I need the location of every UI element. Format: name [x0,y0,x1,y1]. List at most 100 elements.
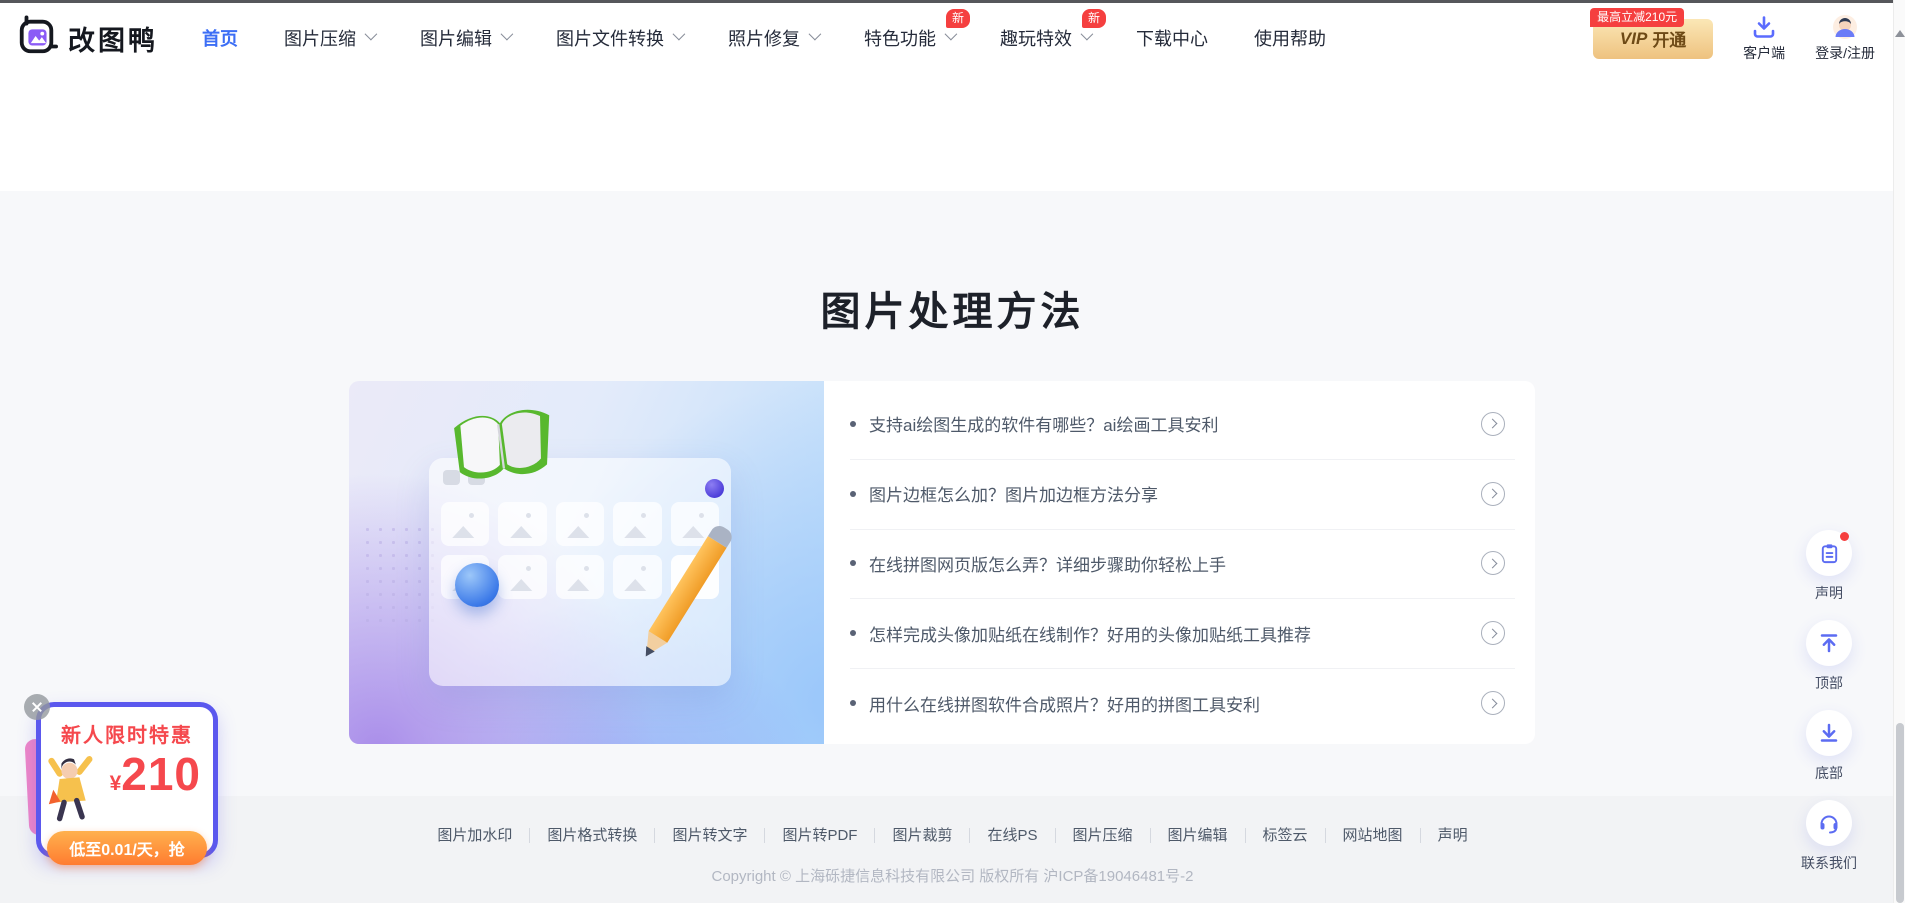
nav-item-label: 照片修复 [728,29,800,49]
footer-link-sitemap[interactable]: 网站地图 [1326,828,1421,843]
vip-word: VIP [1619,28,1648,48]
chevron-right-icon[interactable] [1481,551,1505,576]
article-item[interactable]: 支持ai绘图生成的软件有哪些？ai绘画工具安利 [824,389,1535,459]
person-illustration [47,752,101,829]
footer-link-edit[interactable]: 图片编辑 [1151,828,1246,843]
methods-section: 图片处理方法 支持ai绘图生成的软件有哪些？ai绘画工具安利 图片边框怎么加？图… [0,191,1905,796]
download-icon [1751,14,1777,40]
vip-area: 最高立减210元 VIP 开通 [1590,7,1714,59]
photo-thumbnail [555,502,605,546]
chevron-down-icon [944,27,958,41]
footer-link-compress[interactable]: 图片压缩 [1056,828,1151,843]
vip-action: 开通 [1652,31,1687,50]
avatar-icon [1832,14,1858,40]
client-label: 客户端 [1743,44,1786,61]
floating-bottom-button[interactable]: 底部 [1806,710,1852,783]
nav-item-image-compress[interactable]: 图片压缩 [284,25,378,51]
article-item[interactable]: 图片边框怎么加？图片加边框方法分享 [824,458,1535,529]
chevron-right-icon[interactable] [1481,481,1505,506]
methods-card: 支持ai绘图生成的软件有哪些？ai绘画工具安利 图片边框怎么加？图片加边框方法分… [349,381,1535,744]
floating-contact-button[interactable]: 联系我们 [1801,800,1857,873]
promo-cta-button[interactable]: 低至0.01/天，抢 [47,831,207,865]
currency-symbol: ¥ [109,772,122,795]
promo-card[interactable]: 新人限时特惠 ¥ 210 低至0.01/天，抢 [36,702,218,865]
purple-sphere [705,479,724,498]
article-item[interactable]: 怎样完成头像加贴纸在线制作？好用的头像加贴纸工具推荐 [824,598,1535,668]
main-nav: 首页 图片压缩 图片编辑 图片文件转换 照片修复 特色功能 新 趣玩特效 新 下… [202,9,1326,51]
nav-item-label: 图片文件转换 [556,29,664,49]
brand-logo-icon [16,14,58,62]
floating-label: 声明 [1815,585,1843,601]
footer-link-crop[interactable]: 图片裁剪 [875,828,971,843]
floating-label: 顶部 [1815,675,1843,691]
footer-links: 图片加水印 图片格式转换 图片转文字 图片转PDF 图片裁剪 在线PS 图片压缩… [420,828,1484,843]
nav-item-image-edit[interactable]: 图片编辑 [420,25,514,51]
chevron-right-icon[interactable] [1481,411,1505,436]
floating-statement-button[interactable]: 声明 [1806,530,1852,603]
chevron-down-icon [364,27,378,41]
nav-item-help[interactable]: 使用帮助 [1254,25,1326,51]
article-title[interactable]: 支持ai绘图生成的软件有哪些？ai绘画工具安利 [869,411,1218,436]
page: 改图鸭 首页 图片压缩 图片编辑 图片文件转换 照片修复 特色功能 新 趣玩特效… [0,0,1905,903]
section-gap [0,73,1905,191]
nav-item-label: 使用帮助 [1254,29,1326,49]
promo-price: ¥ 210 [110,751,201,797]
scrollbar-up-arrow[interactable] [1894,30,1905,37]
chevron-right-icon[interactable] [1481,621,1505,646]
floating-top-button[interactable]: 顶部 [1806,620,1852,693]
article-title[interactable]: 怎样完成头像加贴纸在线制作？好用的头像加贴纸工具推荐 [869,621,1311,646]
scrollbar-thumb[interactable] [1895,723,1904,903]
nav-item-fun-effects[interactable]: 趣玩特效 新 [1000,9,1106,51]
article-title[interactable]: 用什么在线拼图软件合成照片？好用的拼图工具安利 [869,691,1260,716]
client-download[interactable]: 客户端 [1743,14,1785,63]
arrow-to-top-icon[interactable] [1806,620,1852,666]
close-icon[interactable] [24,694,50,720]
top-navbar: 改图鸭 首页 图片压缩 图片编辑 图片文件转换 照片修复 特色功能 新 趣玩特效… [0,3,1905,73]
promo-amount: 210 [121,748,201,800]
nav-item-photo-repair[interactable]: 照片修复 [728,25,822,51]
login-register[interactable]: 登录/注册 [1815,14,1875,63]
photo-thumbnail [613,555,662,599]
page-footer: 图片加水印 图片格式转换 图片转文字 图片转PDF 图片裁剪 在线PS 图片压缩… [0,796,1905,903]
clipboard-icon[interactable] [1806,530,1852,576]
article-title[interactable]: 图片边框怎么加？图片加边框方法分享 [869,481,1158,506]
photo-thumbnail [441,502,490,546]
promo-popup: 新人限时特惠 ¥ 210 低至0.01/天，抢 [24,694,234,884]
promo-title: 新人限时特惠 [61,725,193,747]
floating-toolbar: 声明 顶部 底部 联系我们 [1801,530,1857,890]
footer-link-image-to-pdf[interactable]: 图片转PDF [765,828,876,843]
footer-link-statement[interactable]: 声明 [1421,828,1485,843]
nav-item-label: 图片编辑 [420,29,492,49]
footer-link-format-convert[interactable]: 图片格式转换 [530,828,656,843]
footer-link-online-ps[interactable]: 在线PS [970,828,1056,843]
open-book-illustration [441,398,566,499]
nav-item-special-features[interactable]: 特色功能 新 [864,9,970,51]
new-badge: 新 [1081,9,1106,28]
footer-link-tag-cloud[interactable]: 标签云 [1246,828,1326,843]
nav-item-home[interactable]: 首页 [202,25,238,51]
photo-thumbnail [555,555,605,599]
photo-thumbnail [613,502,662,546]
article-list: 支持ai绘图生成的软件有哪些？ai绘画工具安利 图片边框怎么加？图片加边框方法分… [824,381,1535,744]
headset-icon[interactable] [1806,800,1852,846]
login-label: 登录/注册 [1815,44,1875,61]
photo-thumbnail [498,502,547,546]
article-title[interactable]: 在线拼图网页版怎么弄？详细步骤助你轻松上手 [869,551,1226,576]
article-item[interactable]: 在线拼图网页版怎么弄？详细步骤助你轻松上手 [824,528,1535,599]
bullet-dot [850,700,856,707]
chevron-right-icon[interactable] [1481,691,1505,716]
brand-logo[interactable]: 改图鸭 [16,14,158,62]
footer-link-image-to-text[interactable]: 图片转文字 [655,828,766,843]
article-item[interactable]: 用什么在线拼图软件合成照片？好用的拼图工具安利 [824,668,1535,738]
navbar-right: 最高立减210元 VIP 开通 客户端 登录/注册 [1590,7,1875,63]
nav-item-label: 趣玩特效 [1000,29,1072,49]
bullet-dot [850,560,856,567]
arrow-to-bottom-icon[interactable] [1806,710,1852,756]
nav-item-label: 下载中心 [1136,29,1208,49]
methods-illustration [349,381,824,744]
nav-item-download-center[interactable]: 下载中心 [1136,25,1208,51]
brand-name: 改图鸭 [68,25,158,56]
nav-item-file-convert[interactable]: 图片文件转换 [556,25,686,51]
footer-link-watermark[interactable]: 图片加水印 [420,828,531,843]
copyright-text: Copyright © 上海砾捷信息科技有限公司 版权所有 沪ICP备19046… [711,868,1194,885]
